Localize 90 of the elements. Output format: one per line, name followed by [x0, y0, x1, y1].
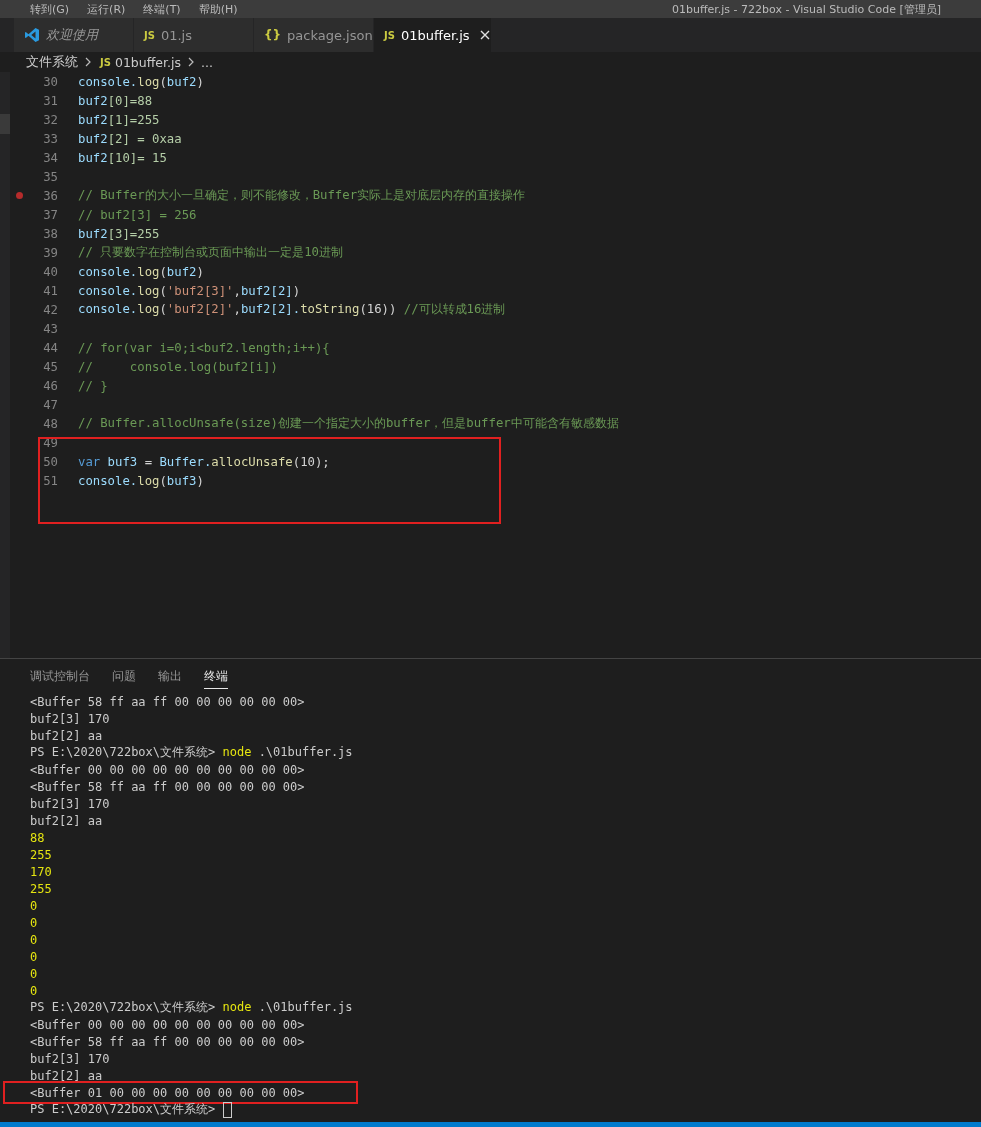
window-title: 01buffer.js - 722box - Visual Studio Code [管理员]	[672, 1, 941, 17]
menu-item[interactable]: 帮助(H)	[198, 1, 238, 17]
line-number: 34	[42, 150, 58, 165]
panel-tab[interactable]: 问题	[112, 663, 136, 689]
code-line: console.log('buf2[3]',buf2[2])	[78, 283, 301, 298]
line-number: 38	[42, 226, 58, 241]
line-number: 30	[42, 74, 58, 89]
line-number: 44	[42, 340, 58, 355]
terminal-line: 88	[30, 830, 45, 845]
code-line: // 只要数字在控制台或页面中输出一定是10进制	[78, 244, 344, 261]
line-number: 51	[42, 473, 58, 488]
line-number: 46	[42, 378, 58, 393]
editor-tab[interactable]: 欢迎使用	[14, 18, 134, 52]
line-number: 35	[42, 169, 58, 184]
terminal-line: <Buffer 58 ff aa ff 00 00 00 00 00 00>	[30, 1034, 305, 1049]
javascript-file-icon: JS	[144, 29, 155, 41]
terminal-line: 0	[30, 949, 38, 964]
line-number: 32	[42, 112, 58, 127]
breakpoint-icon[interactable]	[15, 192, 23, 199]
code-line: buf2[3]=255	[78, 226, 160, 241]
line-number: 50	[42, 454, 58, 469]
breadcrumb-folder[interactable]: 文件系统	[26, 53, 78, 71]
code-line: console.log(buf2)	[78, 264, 204, 279]
terminal-line: buf2[2] aa	[30, 1068, 103, 1083]
terminal-line: buf2[2] aa	[30, 728, 103, 743]
code-line: console.log(buf3)	[78, 473, 204, 488]
menu-item[interactable]: 转到(G)	[30, 1, 70, 17]
json-file-icon: {}	[264, 28, 282, 42]
terminal-line: PS E:\2020\722box\文件系统> node .\01buffer.js	[30, 999, 353, 1016]
terminal-line: PS E:\2020\722box\文件系统> node .\01buffer.js	[30, 744, 353, 761]
line-number: 48	[42, 416, 58, 431]
code-line: // Buffer.allocUnsafe(size)创建一个指定大小的buffer，但是buffer中可能含有敏感数据	[78, 415, 619, 432]
code-line: buf2[10]= 15	[78, 150, 167, 165]
editor-tab[interactable]: JS 01buffer.js	[374, 18, 492, 52]
code-editor-logo-icon	[24, 27, 40, 43]
line-number: 43	[42, 321, 58, 336]
code-line: // }	[78, 378, 108, 393]
breadcrumb-file[interactable]: 01buffer.js	[114, 54, 181, 70]
javascript-file-icon: JS	[384, 29, 395, 41]
terminal-line: 170	[30, 864, 52, 879]
terminal-line: <Buffer 01 00 00 00 00 00 00 00 00 00>	[30, 1085, 305, 1100]
line-number: 39	[42, 245, 58, 260]
chevron-right-icon	[84, 57, 92, 67]
line-number: 47	[42, 397, 58, 412]
menu-item[interactable]: 运行(R)	[87, 1, 126, 17]
code-line: buf2[2] = 0xaa	[78, 131, 182, 146]
terminal-line: <Buffer 58 ff aa ff 00 00 00 00 00 00>	[30, 779, 305, 794]
terminal-line: 255	[30, 847, 52, 862]
line-number: 41	[42, 283, 58, 298]
terminal-line: 0	[30, 915, 38, 930]
editor-tab[interactable]: {} package.json	[254, 18, 374, 52]
breadcrumb-more[interactable]: ...	[200, 54, 213, 70]
terminal-line: 0	[30, 983, 38, 998]
line-number: 31	[42, 93, 58, 108]
code-line: console.log('buf2[2]',buf2[2].toString(16)) //可以转成16进制	[78, 301, 506, 318]
terminal-line: 0	[30, 966, 38, 981]
line-number: 40	[42, 264, 58, 279]
scroll-indicator	[0, 114, 10, 134]
terminal-line: buf2[3] 170	[30, 1051, 110, 1066]
terminal-line: 255	[30, 881, 52, 896]
terminal-line: buf2[3] 170	[30, 711, 110, 726]
editor-tab[interactable]: JS 01.js	[134, 18, 254, 52]
line-number: 42	[42, 302, 58, 317]
line-number: 36	[42, 188, 58, 203]
code-line: buf2[1]=255	[78, 112, 160, 127]
terminal-line: buf2[3] 170	[30, 796, 110, 811]
code-line: // for(var i=0;i<buf2.length;i++){	[78, 340, 330, 355]
code-line: // console.log(buf2[i])	[78, 359, 278, 374]
line-number: 37	[42, 207, 58, 222]
chevron-right-icon	[186, 57, 195, 67]
code-line: console.log(buf2)	[78, 74, 204, 89]
code-line: // buf2[3] = 256	[78, 207, 197, 222]
terminal-line: <Buffer 58 ff aa ff 00 00 00 00 00 00>	[30, 694, 305, 709]
terminal-line: PS E:\2020\722box\文件系统>	[30, 1101, 217, 1118]
terminal-line: <Buffer 00 00 00 00 00 00 00 00 00 00>	[30, 762, 305, 777]
terminal-line: 0	[30, 932, 38, 947]
panel-tab[interactable]: 输出	[158, 663, 182, 689]
menu-item[interactable]: 终端(T)	[143, 1, 181, 17]
code-line: var buf3 = Buffer.allocUnsafe(10);	[78, 454, 330, 469]
panel-tab[interactable]: 终端	[204, 663, 228, 689]
code-line: // Buffer的大小一旦确定，则不能修改，Buffer实际上是对底层内存的直接操作	[78, 187, 526, 204]
panel-tab[interactable]: 调试控制台	[30, 663, 90, 689]
terminal-line: <Buffer 00 00 00 00 00 00 00 00 00 00>	[30, 1017, 305, 1032]
close-icon[interactable]	[479, 30, 490, 40]
javascript-file-icon: JS	[100, 56, 111, 68]
terminal-line: buf2[2] aa	[30, 813, 103, 828]
terminal-line: 0	[30, 898, 38, 913]
line-number: 45	[42, 359, 58, 374]
code-line: buf2[0]=88	[78, 93, 153, 108]
line-number: 33	[42, 131, 58, 146]
